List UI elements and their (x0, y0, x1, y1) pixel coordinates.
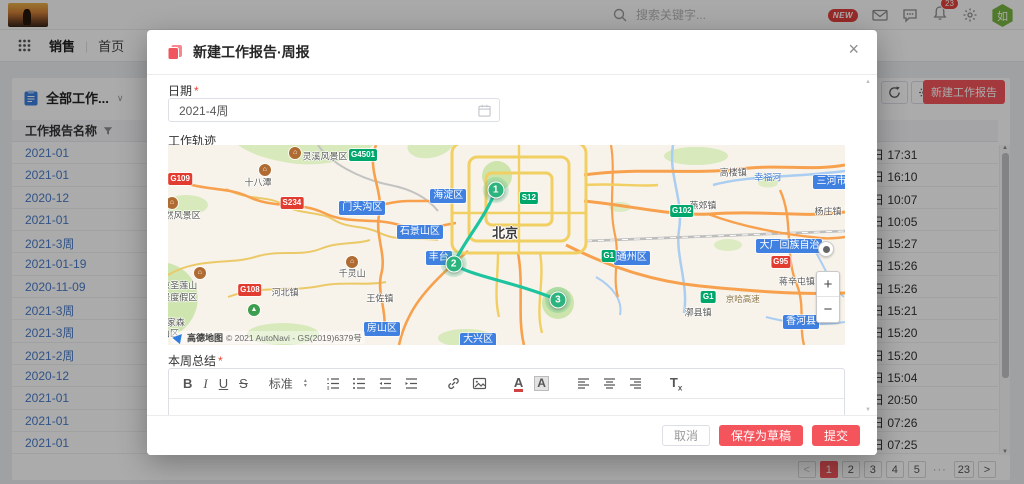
close-icon[interactable]: × (848, 40, 859, 58)
font-size-select[interactable]: 标准 (269, 375, 293, 392)
route-point-marker[interactable]: 3 (549, 292, 566, 309)
align-left-button[interactable] (576, 376, 591, 391)
required-mark: * (194, 84, 199, 98)
italic-button[interactable]: I (203, 376, 207, 392)
modal-scroll-up-arrow[interactable]: ▲ (865, 79, 871, 85)
report-doc-icon (167, 44, 183, 60)
link-button[interactable] (446, 376, 461, 391)
ordered-list-button[interactable] (326, 376, 341, 391)
bullet-list-button[interactable] (352, 376, 367, 391)
modal-header: 新建工作报告·周报 × (147, 30, 877, 75)
underline-button[interactable]: U (219, 376, 228, 391)
modal-scroll-down-arrow[interactable]: ▼ (865, 407, 871, 413)
strikethrough-button[interactable]: S (239, 376, 248, 391)
clear-format-button[interactable]: Tx (670, 375, 682, 393)
date-picker[interactable] (168, 98, 500, 122)
cancel-button[interactable]: 取消 (662, 425, 710, 446)
editor-toolbar: B I U S 标准 ▴▾ A A (169, 369, 844, 399)
modal-title: 新建工作报告·周报 (193, 42, 310, 62)
modal-footer: 取消 保存为草稿 提交 (147, 415, 877, 455)
calendar-icon[interactable] (478, 104, 491, 117)
new-report-modal: 新建工作报告·周报 × ▲ ▼ 日期* 工作轨迹 (147, 30, 877, 455)
save-draft-button[interactable]: 保存为草稿 (719, 425, 803, 446)
bold-button[interactable]: B (183, 376, 192, 391)
align-center-button[interactable] (602, 376, 617, 391)
route-point-marker[interactable]: 1 (487, 182, 504, 199)
route-point-marker[interactable]: 2 (445, 256, 462, 273)
zoom-in-button[interactable]: + (817, 272, 839, 297)
map-copyright: © 2021 AutoNavi - GS(2019)6379号 (226, 332, 362, 344)
summary-label: 本周总结 (168, 354, 216, 368)
align-right-button[interactable] (628, 376, 643, 391)
submit-button[interactable]: 提交 (812, 425, 860, 446)
indent-button[interactable] (404, 376, 419, 391)
date-label: 日期 (168, 84, 192, 98)
size-updown-icon[interactable]: ▴▾ (304, 379, 307, 389)
map-layer-toggle-button[interactable] (818, 241, 834, 257)
highlight-color-button[interactable]: A (534, 376, 549, 391)
amap-brand: 高德地图 (187, 331, 223, 344)
outdent-button[interactable] (378, 376, 393, 391)
required-mark: * (218, 354, 223, 368)
date-input[interactable] (179, 103, 478, 117)
font-color-button[interactable]: A (514, 376, 523, 392)
amap-logo-icon (172, 331, 185, 344)
map-attribution: 高德地图 © 2021 AutoNavi - GS(2019)6379号 (171, 331, 365, 344)
map-zoom-control: + − (816, 271, 840, 323)
zoom-out-button[interactable]: − (817, 297, 839, 322)
work-route-polyline (168, 145, 845, 345)
app-screen: NEW 23 如 销售 | 首页 分析 线索 全部工作... ∨ 工作 (0, 0, 1024, 484)
work-track-map[interactable]: 海淀区门头沟区石景山区丰台通州区三河市大厂回族自治香河县房山区大兴区北京灵溪风景… (168, 145, 845, 345)
insert-image-button[interactable] (472, 376, 487, 391)
